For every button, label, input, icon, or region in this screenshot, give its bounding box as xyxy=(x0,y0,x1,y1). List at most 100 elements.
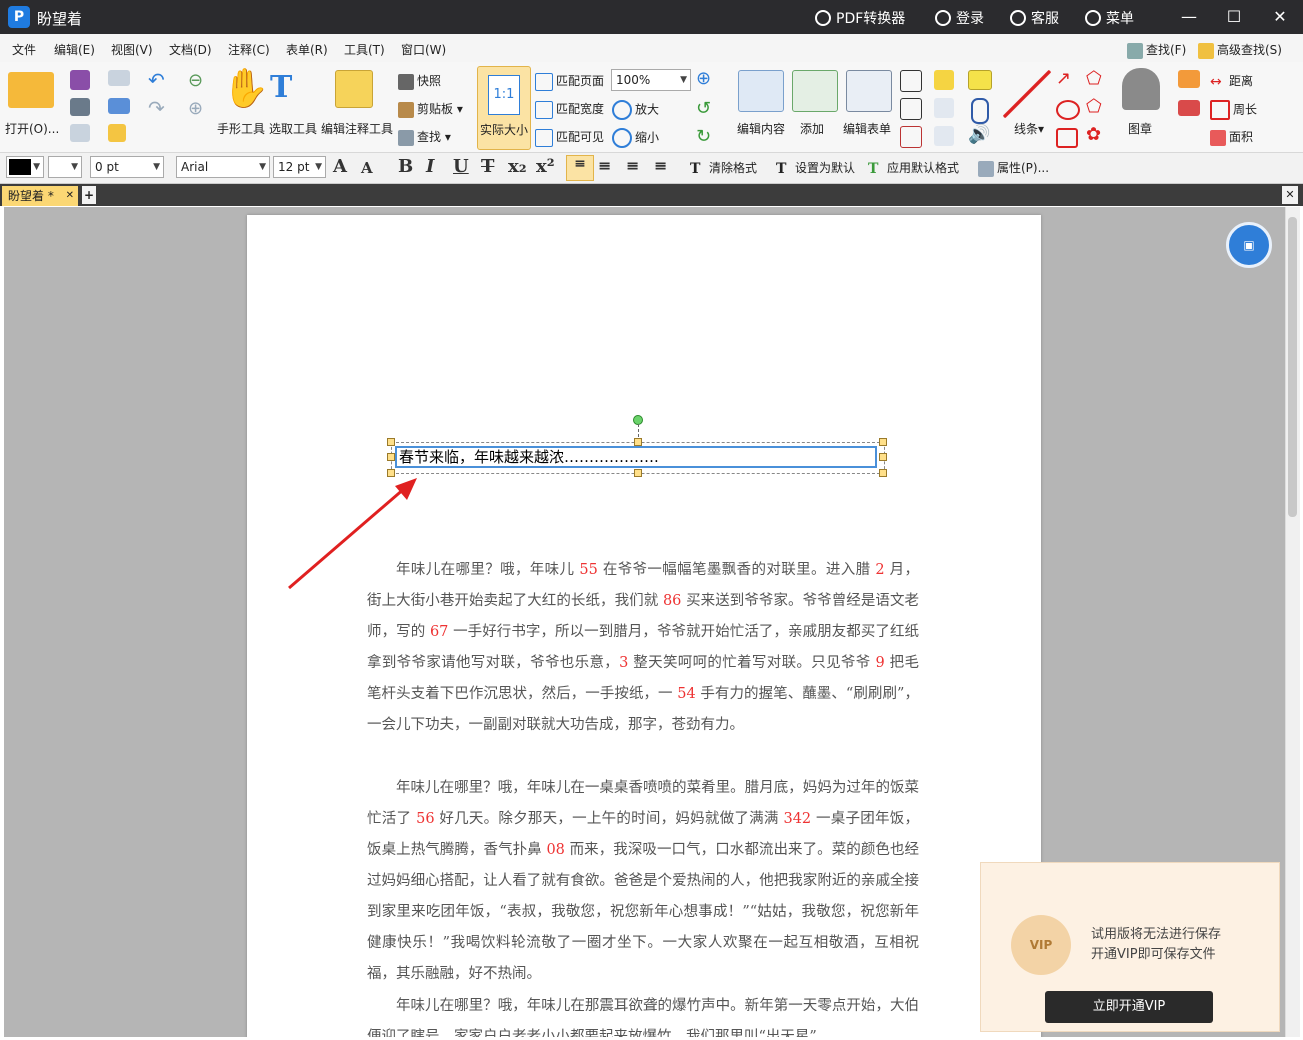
menu-button[interactable]: 菜单 xyxy=(1085,8,1134,28)
back-icon[interactable]: ⊖ xyxy=(188,70,203,91)
print-icon[interactable] xyxy=(70,98,90,116)
minimize-button[interactable]: — xyxy=(1176,5,1202,29)
edit-annotation-tool-button[interactable]: 编辑注释工具 xyxy=(321,120,393,137)
menu-view[interactable]: 视图(V) xyxy=(111,41,153,58)
menu-edit[interactable]: 编辑(E) xyxy=(54,41,95,58)
perimeter-button[interactable]: 周长 xyxy=(1210,100,1257,120)
align-center-icon[interactable]: ≡ xyxy=(598,156,611,175)
close-button[interactable]: ✕ xyxy=(1267,5,1293,29)
document-tab[interactable]: 盼望着 * ✕ xyxy=(2,186,78,206)
tab-close-icon[interactable]: ✕ xyxy=(66,186,74,206)
hand-tool-button[interactable]: 手形工具 xyxy=(217,120,265,137)
set-default-button[interactable]: T 设置为默认 xyxy=(776,159,855,177)
undo-icon[interactable]: ↶ xyxy=(148,68,165,92)
scan-icon[interactable] xyxy=(108,98,130,114)
stroke-width-select[interactable]: 0 pt ▼ xyxy=(90,156,164,178)
note-icon[interactable] xyxy=(968,70,992,90)
menu-tools[interactable]: 工具(T) xyxy=(344,41,385,58)
login-button[interactable]: 登录 xyxy=(935,8,984,28)
sound-icon[interactable]: 🔊 xyxy=(968,124,990,145)
cloud-icon[interactable]: ✿ xyxy=(1086,124,1101,145)
rectangle-icon[interactable] xyxy=(1056,128,1078,148)
fill-picker[interactable]: ▼ xyxy=(48,156,82,178)
selected-text-box[interactable]: 春节来临，年味越来越浓………………. xyxy=(395,446,877,468)
eraser-icon[interactable] xyxy=(1178,100,1200,116)
open-button[interactable]: 打开(O)... xyxy=(5,120,59,137)
menu-comment[interactable]: 注释(C) xyxy=(228,41,270,58)
zoom-select[interactable]: 100% ▼ xyxy=(611,69,691,91)
export-icon[interactable] xyxy=(70,124,90,142)
edit-content-button[interactable]: 编辑内容 xyxy=(737,120,785,137)
stamp-button[interactable]: 图章 xyxy=(1128,120,1152,137)
open-vip-button[interactable]: 立即开通VIP xyxy=(1045,991,1213,1023)
add-button[interactable]: 添加 xyxy=(800,120,824,137)
select-tool-button[interactable]: 选取工具 xyxy=(269,120,317,137)
resize-handle-br[interactable] xyxy=(879,469,887,477)
clear-format-button[interactable]: T 清除格式 xyxy=(690,159,757,177)
magnifier-icon[interactable]: ⊕ xyxy=(696,68,711,89)
strikeout-icon[interactable] xyxy=(934,98,954,118)
save-icon[interactable] xyxy=(70,70,90,90)
area-button[interactable]: 面积 xyxy=(1210,128,1253,146)
align-right-icon[interactable]: ≡ xyxy=(626,156,639,175)
rotate-right-icon[interactable]: ↻ xyxy=(696,126,711,147)
vertical-scrollbar[interactable] xyxy=(1285,207,1300,1037)
resize-handle-tl[interactable] xyxy=(387,438,395,446)
pdf-converter-button[interactable]: PDF转换器 xyxy=(815,8,905,28)
snapshot-button[interactable]: 快照 xyxy=(398,72,441,90)
italic-icon[interactable]: I xyxy=(426,156,434,177)
menu-file[interactable]: 文件 xyxy=(12,41,36,58)
arrow-icon[interactable]: ↗ xyxy=(1056,68,1071,89)
font-size-select[interactable]: 12 pt ▼ xyxy=(273,156,326,178)
new-icon[interactable] xyxy=(108,124,126,142)
find-ribbon-button[interactable]: 查找 ▾ xyxy=(398,128,451,146)
attachment-icon[interactable] xyxy=(971,98,989,124)
advanced-find-button[interactable]: 高级查找(S) xyxy=(1198,41,1282,59)
increase-font-icon[interactable]: A xyxy=(333,156,347,177)
pencil-icon[interactable] xyxy=(1178,70,1200,88)
find-button[interactable]: 查找(F) xyxy=(1127,41,1186,59)
scrollbar-thumb[interactable] xyxy=(1288,217,1297,517)
apply-default-button[interactable]: T 应用默认格式 xyxy=(868,159,959,177)
clipboard-button[interactable]: 剪贴板 ▾ xyxy=(398,100,463,118)
zoom-in-button[interactable]: 放大 xyxy=(612,100,659,120)
underline-icon[interactable] xyxy=(934,126,954,146)
fit-visible-button[interactable]: 匹配可见 xyxy=(535,128,604,147)
bold-icon[interactable]: B xyxy=(398,156,413,177)
resize-handle-tc[interactable] xyxy=(634,438,642,446)
ellipse-icon[interactable] xyxy=(1056,100,1080,120)
typewriter-icon[interactable] xyxy=(900,126,922,148)
zoom-out-button[interactable]: 缩小 xyxy=(612,128,659,148)
menu-document[interactable]: 文档(D) xyxy=(169,41,212,58)
align-justify-icon[interactable]: ≡ xyxy=(654,156,667,175)
highlight-text-icon[interactable] xyxy=(934,70,954,90)
float-action-button[interactable]: ▣ xyxy=(1226,222,1272,268)
email-icon[interactable] xyxy=(108,70,130,86)
resize-handle-tr[interactable] xyxy=(879,438,887,446)
resize-handle-mr[interactable] xyxy=(879,453,887,461)
polyline-icon[interactable]: ⬠ xyxy=(1086,68,1102,89)
fit-page-button[interactable]: 匹配页面 xyxy=(535,72,604,91)
align-left-icon[interactable]: ≡ xyxy=(566,155,594,181)
text-box-icon[interactable] xyxy=(900,70,922,92)
resize-handle-bc[interactable] xyxy=(634,469,642,477)
fit-width-button[interactable]: 匹配宽度 xyxy=(535,100,604,119)
superscript-icon[interactable]: x² xyxy=(536,156,555,177)
subscript-icon[interactable]: x₂ xyxy=(508,156,527,177)
maximize-button[interactable]: ☐ xyxy=(1221,5,1247,29)
underline-format-icon[interactable]: U xyxy=(453,156,469,177)
menu-form[interactable]: 表单(R) xyxy=(286,41,328,58)
polygon-icon[interactable]: ⬠ xyxy=(1086,96,1102,117)
rotate-left-icon[interactable]: ↺ xyxy=(696,98,711,119)
line-button[interactable]: 线条▾ xyxy=(1014,120,1044,137)
resize-handle-ml[interactable] xyxy=(387,453,395,461)
actual-size-button[interactable]: 1:1 实际大小 xyxy=(477,66,531,150)
menu-window[interactable]: 窗口(W) xyxy=(401,41,446,58)
new-tab-icon[interactable]: + xyxy=(82,186,96,204)
redo-icon[interactable]: ↷ xyxy=(148,96,165,120)
distance-button[interactable]: ↔ 距离 xyxy=(1210,72,1253,90)
font-family-select[interactable]: Arial ▼ xyxy=(176,156,270,178)
close-document-icon[interactable]: ✕ xyxy=(1282,186,1298,204)
service-button[interactable]: 客服 xyxy=(1010,8,1059,28)
strikethrough-icon[interactable]: T xyxy=(481,156,494,177)
